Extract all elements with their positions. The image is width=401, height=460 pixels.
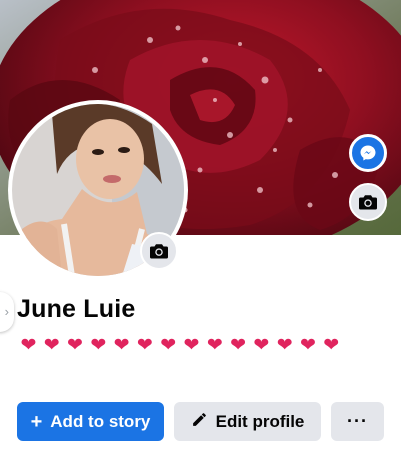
- side-drawer-handle[interactable]: ›: [0, 292, 14, 332]
- more-options-icon: ···: [347, 411, 368, 431]
- messenger-icon: [360, 145, 376, 161]
- profile-name: June Luie: [17, 295, 136, 323]
- pencil-icon: [191, 411, 208, 432]
- edit-profile-button[interactable]: Edit profile: [174, 402, 321, 441]
- add-to-story-button[interactable]: + Add to story: [17, 402, 164, 441]
- bio-heart-emoji: ❤: [323, 335, 340, 356]
- bio-heart-emoji: ❤: [136, 335, 154, 356]
- bio-heart-emoji: ❤: [160, 335, 177, 356]
- edit-cover-photo-button[interactable]: [349, 183, 387, 221]
- bio-heart-emoji: ❤: [253, 335, 270, 356]
- bio-heart-emoji: ❤: [43, 335, 61, 356]
- plus-icon: +: [30, 410, 43, 433]
- bio-heart-emoji: ❤: [20, 335, 37, 356]
- bio-heart-emoji: ❤: [230, 335, 247, 356]
- message-button[interactable]: [349, 134, 387, 172]
- edit-profile-picture-button[interactable]: [140, 232, 178, 270]
- profile-actions: + Add to story Edit profile ···: [17, 402, 384, 441]
- profile-bio: ❤ ❤ ❤ ❤ ❤ ❤ ❤ ❤ ❤ ❤ ❤ ❤ ❤ ❤: [17, 334, 343, 357]
- bio-heart-emoji: ❤: [90, 335, 107, 356]
- camera-icon: [359, 195, 377, 210]
- bio-heart-emoji: ❤: [113, 335, 131, 356]
- edit-profile-label: Edit profile: [215, 411, 305, 431]
- camera-icon: [150, 244, 168, 259]
- more-options-button[interactable]: ···: [331, 402, 384, 441]
- chevron-right-icon: ›: [4, 304, 9, 319]
- bio-heart-emoji: ❤: [183, 335, 200, 356]
- bio-heart-emoji: ❤: [300, 335, 317, 356]
- bio-heart-emoji: ❤: [206, 335, 224, 356]
- add-to-story-label: Add to story: [50, 411, 151, 431]
- bio-heart-emoji: ❤: [67, 335, 84, 356]
- bio-heart-emoji: ❤: [276, 335, 294, 356]
